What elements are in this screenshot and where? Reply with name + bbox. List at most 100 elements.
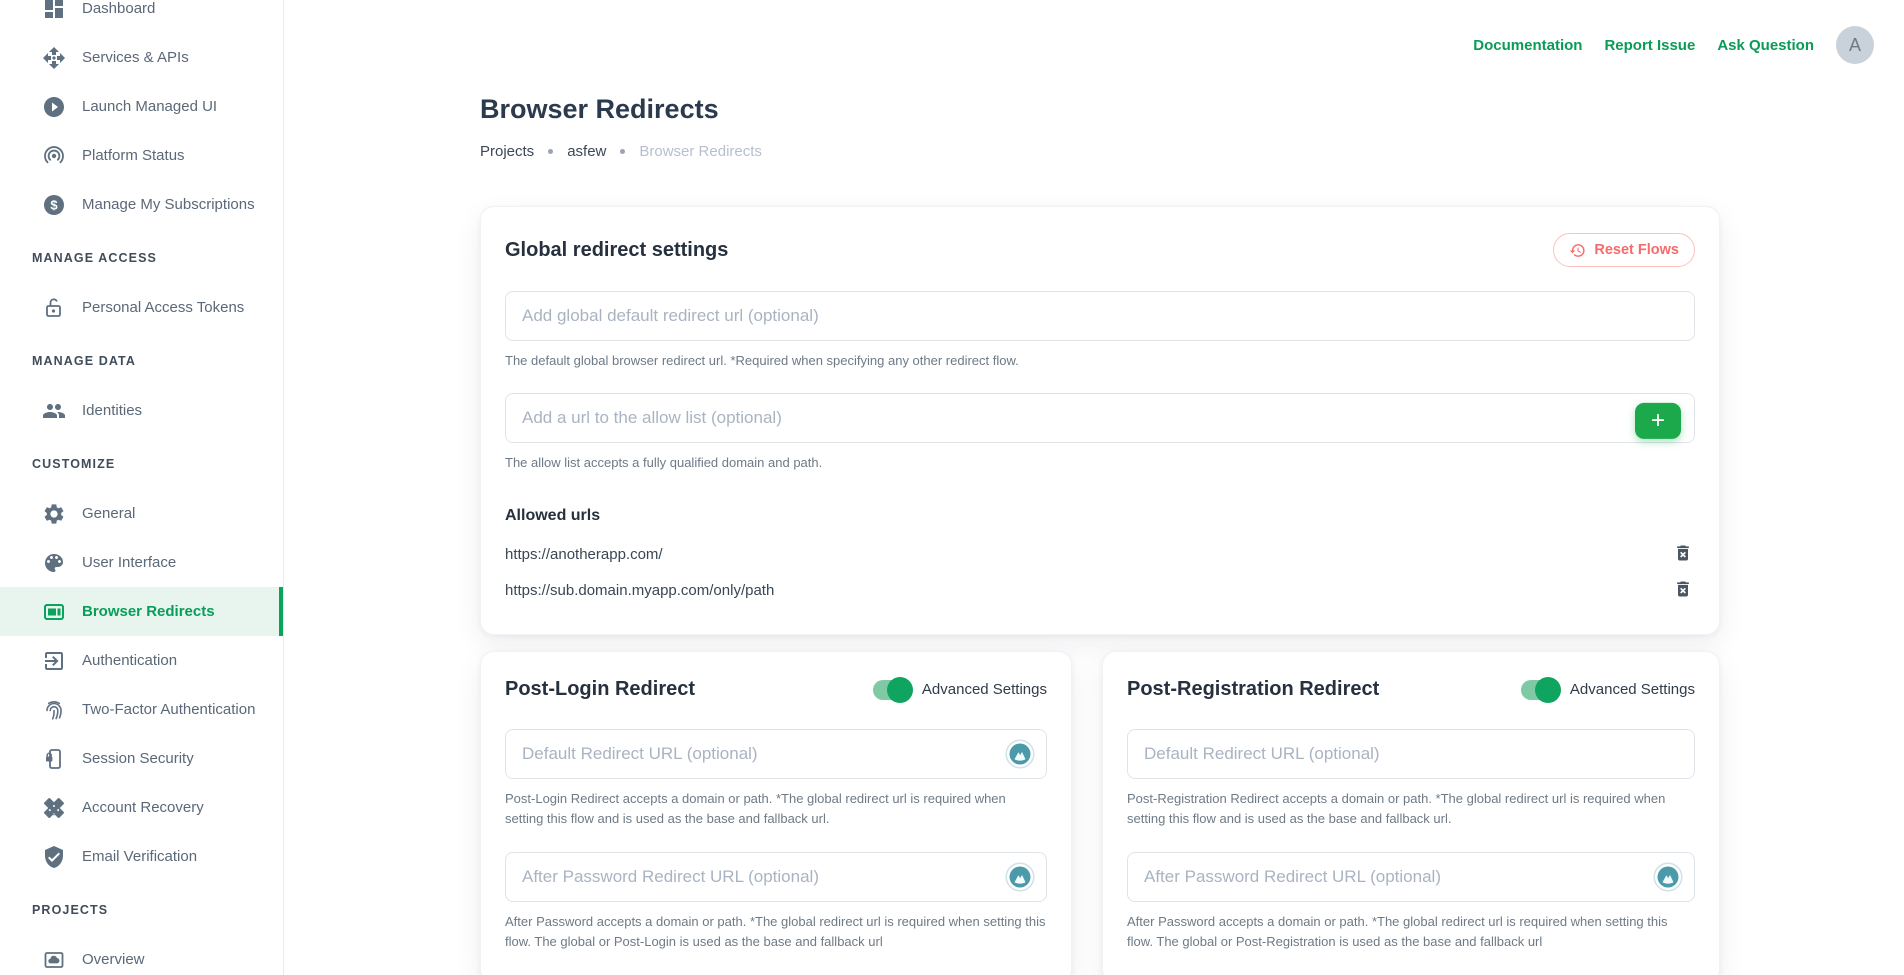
ask-question-link[interactable]: Ask Question: [1717, 37, 1814, 54]
password-manager-icon[interactable]: [1005, 739, 1035, 769]
reset-flows-button[interactable]: Reset Flows: [1553, 233, 1695, 267]
sidebar-item-platform-status[interactable]: Platform Status: [0, 131, 283, 180]
sidebar-item-label: Email Verification: [82, 848, 197, 865]
allow-list-url-input[interactable]: [505, 393, 1695, 443]
documentation-link[interactable]: Documentation: [1473, 37, 1582, 54]
global-default-url-input[interactable]: [505, 291, 1695, 341]
advanced-settings-toggle[interactable]: [873, 680, 911, 700]
dashboard-icon: [42, 0, 66, 21]
sidebar-item-session-security[interactable]: Session Security: [0, 734, 283, 783]
sidebar-item-account-recovery[interactable]: Account Recovery: [0, 783, 283, 832]
sidebar-item-label: Platform Status: [82, 147, 185, 164]
global-default-url-field: [505, 291, 1695, 341]
post-registration-default-url-input[interactable]: [1127, 729, 1695, 779]
sidebar-item-overview[interactable]: Overview: [0, 935, 283, 975]
breadcrumb-item-projects[interactable]: Projects: [480, 143, 534, 160]
sidebar-item-browser-redirects[interactable]: Browser Redirects: [0, 587, 283, 636]
sidebar-item-email-verification[interactable]: Email Verification: [0, 832, 283, 881]
sidebar-item-personal-access-tokens[interactable]: Personal Access Tokens: [0, 283, 283, 332]
page-title: Browser Redirects: [480, 94, 1720, 125]
services-icon: [42, 46, 66, 70]
avatar[interactable]: A: [1836, 26, 1874, 64]
post-registration-default-url-field: [1127, 729, 1695, 779]
sidebar-nav: Dashboard Services & APIs Launch Managed…: [0, 0, 283, 975]
post-login-card-title: Post-Login Redirect: [505, 678, 695, 701]
global-default-url-help: The default global browser redirect url.…: [505, 351, 1695, 371]
post-registration-redirect-card: Post-Registration Redirect Advanced Sett…: [1102, 651, 1720, 975]
sidebar-item-label: Browser Redirects: [82, 603, 215, 620]
post-registration-after-password-help: After Password accepts a domain or path.…: [1127, 912, 1695, 952]
delete-url-button[interactable]: [1671, 577, 1695, 604]
sidebar-section-manage-data: MANAGE DATA: [0, 346, 283, 376]
post-registration-advanced-settings: Advanced Settings: [1521, 680, 1695, 700]
sidebar-item-label: Identities: [82, 402, 142, 419]
global-redirect-settings-card: Global redirect settings Reset Flows The…: [480, 206, 1720, 635]
sidebar-item-label: Authentication: [82, 652, 177, 669]
exit-to-app-icon: [42, 649, 66, 673]
sidebar-item-manage-subscriptions[interactable]: $ Manage My Subscriptions: [0, 180, 283, 229]
reset-flows-label: Reset Flows: [1594, 242, 1679, 258]
sidebar: Dashboard Services & APIs Launch Managed…: [0, 0, 284, 975]
allow-list-url-field: +: [505, 393, 1695, 443]
sidebar-item-label: Session Security: [82, 750, 194, 767]
post-registration-card-header: Post-Registration Redirect Advanced Sett…: [1127, 678, 1695, 701]
sidebar-item-label: User Interface: [82, 554, 176, 571]
post-login-default-url-field: [505, 729, 1047, 779]
delete-url-button[interactable]: [1671, 541, 1695, 568]
sidebar-item-label: General: [82, 505, 135, 522]
gear-icon: [42, 502, 66, 526]
post-login-after-password-help: After Password accepts a domain or path.…: [505, 912, 1047, 952]
sidebar-item-launch-managed-ui[interactable]: Launch Managed UI: [0, 82, 283, 131]
sidebar-item-services-apis[interactable]: Services & APIs: [0, 33, 283, 82]
history-icon: [1569, 242, 1586, 259]
post-registration-after-password-input[interactable]: [1127, 852, 1695, 902]
sidebar-section-projects: PROJECTS: [0, 895, 283, 925]
play-circle-icon: [42, 95, 66, 119]
sidebar-item-user-interface[interactable]: User Interface: [0, 538, 283, 587]
people-icon: [42, 399, 66, 423]
add-allow-url-button[interactable]: +: [1635, 403, 1681, 439]
sidebar-item-authentication[interactable]: Authentication: [0, 636, 283, 685]
post-registration-card-title: Post-Registration Redirect: [1127, 678, 1379, 701]
sidebar-section-manage-access: MANAGE ACCESS: [0, 243, 283, 273]
sidebar-item-dashboard[interactable]: Dashboard: [0, 0, 283, 33]
sidebar-item-identities[interactable]: Identities: [0, 386, 283, 435]
sidebar-item-label: Dashboard: [82, 0, 155, 17]
report-issue-link[interactable]: Report Issue: [1604, 37, 1695, 54]
allowed-urls-heading: Allowed urls: [505, 507, 1695, 525]
password-manager-icon[interactable]: [1653, 862, 1683, 892]
post-login-after-password-input[interactable]: [505, 852, 1047, 902]
trash-icon: [1673, 579, 1693, 599]
trash-icon: [1673, 543, 1693, 563]
sidebar-item-two-factor-authentication[interactable]: Two-Factor Authentication: [0, 685, 283, 734]
allowed-url-text: https://anotherapp.com/: [505, 546, 663, 563]
breadcrumb-item-project[interactable]: asfew: [567, 143, 606, 160]
cloud-box-icon: [42, 948, 66, 972]
allowed-url-text: https://sub.domain.myapp.com/only/path: [505, 582, 774, 599]
flow-cards-row: Post-Login Redirect Advanced Settings Po…: [480, 651, 1720, 975]
fingerprint-icon: [42, 698, 66, 722]
post-login-advanced-settings: Advanced Settings: [873, 680, 1047, 700]
sidebar-item-label: Launch Managed UI: [82, 98, 217, 115]
global-card-title: Global redirect settings: [505, 239, 728, 262]
sidebar-item-general[interactable]: General: [0, 489, 283, 538]
dollar-circle-icon: $: [42, 193, 66, 217]
sidebar-section-customize: CUSTOMIZE: [0, 449, 283, 479]
breadcrumb-separator: [548, 149, 553, 154]
allow-list-help: The allow list accepts a fully qualified…: [505, 453, 1695, 473]
advanced-settings-label: Advanced Settings: [922, 681, 1047, 698]
advanced-settings-label: Advanced Settings: [1570, 681, 1695, 698]
password-manager-icon[interactable]: [1005, 862, 1035, 892]
lock-open-icon: [42, 296, 66, 320]
sidebar-item-label: Two-Factor Authentication: [82, 701, 255, 718]
sidebar-item-label: Manage My Subscriptions: [82, 196, 255, 213]
post-registration-default-url-help: Post-Registration Redirect accepts a dom…: [1127, 789, 1695, 829]
breadcrumb-separator: [620, 149, 625, 154]
palette-icon: [42, 551, 66, 575]
platform-status-icon: [42, 144, 66, 168]
advanced-settings-toggle[interactable]: [1521, 680, 1559, 700]
post-login-card-header: Post-Login Redirect Advanced Settings: [505, 678, 1047, 701]
shield-check-icon: [42, 845, 66, 869]
breadcrumb: Projects asfew Browser Redirects: [480, 143, 1720, 160]
post-login-default-url-input[interactable]: [505, 729, 1047, 779]
